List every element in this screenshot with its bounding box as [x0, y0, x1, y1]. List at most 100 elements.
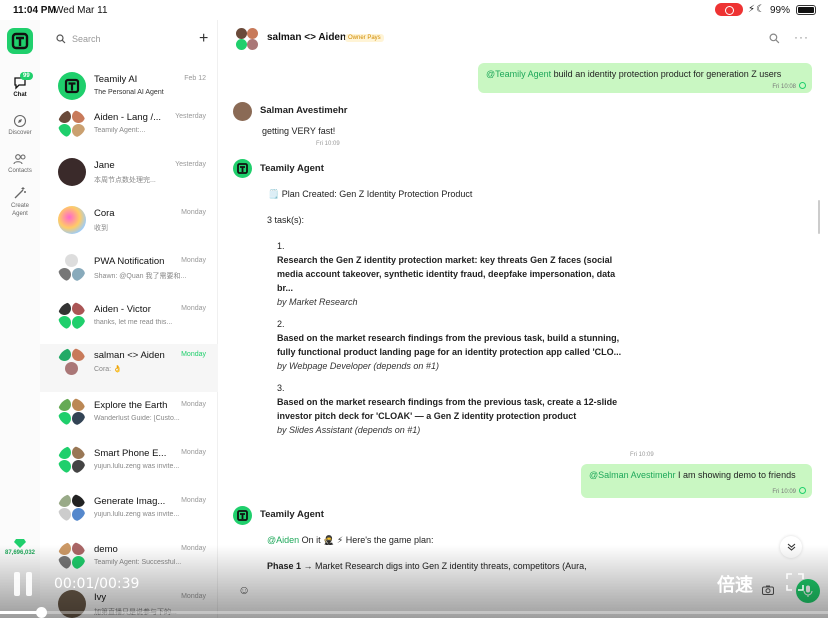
scrollbar[interactable]: [818, 200, 820, 234]
conv-preview: yujun.lulu.zeng was invite...: [94, 511, 180, 518]
progress-fill: [0, 611, 42, 614]
conv-time: Monday: [181, 449, 206, 456]
conv-time: Monday: [181, 593, 206, 600]
emoji-icon[interactable]: ☺: [238, 583, 250, 597]
list-item[interactable]: Explore the Earth Monday Wanderlust Guid…: [40, 394, 218, 442]
new-chat-button[interactable]: +: [199, 30, 208, 48]
search-icon[interactable]: [769, 33, 780, 44]
conv-name: demo: [94, 544, 118, 555]
task-item[interactable]: 2. Based on the market research findings…: [277, 317, 657, 373]
conv-preview: The Personal AI Agent: [94, 89, 164, 96]
task-count: 3 task(s):: [267, 215, 305, 225]
agent-avatar[interactable]: [233, 506, 252, 525]
task-item[interactable]: 3. Based on the market research findings…: [277, 381, 657, 437]
list-item[interactable]: Aiden - Victor Monday thanks, let me rea…: [40, 298, 218, 346]
list-item[interactable]: Ivy Monday 加第直播只是说参与下的...: [40, 586, 218, 634]
avatar: [58, 254, 86, 282]
sender-name: Teamily Agent: [260, 163, 324, 174]
search-icon: [56, 34, 66, 44]
more-options-icon[interactable]: ···: [794, 30, 809, 44]
fullscreen-icon[interactable]: [785, 572, 805, 592]
outgoing-message[interactable]: @Salman Avestimehr I am showing demo to …: [581, 464, 812, 498]
conv-name: Teamily AI: [94, 74, 138, 85]
message-meta: Fri 10:08: [772, 82, 806, 90]
avatar[interactable]: [233, 102, 252, 121]
wifi-moon-icons: ⚡☾: [748, 4, 766, 15]
conv-name: Aiden - Victor: [94, 304, 151, 315]
diamond-icon: [14, 539, 26, 548]
mention[interactable]: @Teamily Agent: [486, 69, 551, 79]
list-item-selected[interactable]: salman <> Aiden Monday Cora: 👌: [40, 344, 218, 392]
conv-preview: 收到: [94, 225, 108, 232]
scroll-down-button[interactable]: [780, 536, 802, 558]
outgoing-message[interactable]: @Teamily Agent build an identity protect…: [478, 63, 812, 93]
pause-button[interactable]: [14, 572, 36, 596]
conv-name: Smart Phone E...: [94, 448, 167, 459]
gem-balance[interactable]: 87,696,032: [0, 538, 40, 556]
avatar: [58, 348, 86, 376]
video-progress-bar[interactable]: [0, 607, 828, 618]
list-item[interactable]: Aiden - Lang /... Yesterday Teamily Agen…: [40, 106, 218, 154]
playback-speed-button[interactable]: 倍速: [717, 571, 753, 597]
conv-preview: Teamily Agent: Successful...: [94, 559, 182, 566]
avatar: [58, 158, 86, 186]
conv-time: Yesterday: [175, 161, 206, 168]
task-item[interactable]: 1. Research the Gen Z identity protectio…: [277, 239, 657, 309]
list-item[interactable]: Jane Yesterday 本周节点数处理完...: [40, 154, 218, 202]
search-field[interactable]: Search: [56, 34, 101, 44]
conv-time: Monday: [181, 497, 206, 504]
avatar: [58, 72, 86, 100]
agent-avatar[interactable]: [233, 159, 252, 178]
conv-name: Ivy: [94, 592, 107, 603]
list-item[interactable]: Cora Monday 收到: [40, 202, 218, 250]
list-item[interactable]: PWA Notification Monday Shawn: @Quan 我了需…: [40, 250, 218, 298]
rail-contacts[interactable]: Contacts: [0, 152, 40, 174]
rail-create-agent[interactable]: Create Agent: [0, 186, 40, 218]
message-text: getting VERY fast!: [262, 126, 336, 136]
conv-time: Monday: [181, 351, 206, 358]
sender-name: Salman Avestimehr: [260, 105, 348, 116]
read-receipt-icon: [799, 82, 806, 89]
avatar: [58, 302, 86, 330]
compass-icon: [13, 114, 27, 128]
conv-time: Monday: [181, 257, 206, 264]
message-text: build an identity protection product for…: [551, 69, 782, 79]
status-time: 11:04 PM: [13, 5, 56, 16]
rail-chat-label: Chat: [13, 92, 27, 98]
sender-name: Teamily Agent: [260, 509, 324, 520]
mention[interactable]: @Salman Avestimehr: [589, 470, 676, 480]
conv-time: Monday: [181, 545, 206, 552]
conversation-list: Search + Teamily AI Feb 12 The Personal …: [40, 20, 218, 618]
conv-time: Monday: [181, 209, 206, 216]
system-timestamp: Fri 10:09: [630, 452, 654, 458]
conv-preview: yujun.lulu.zeng was invite...: [94, 463, 180, 470]
conv-preview: Wanderlust Guide: [Custo...: [94, 415, 180, 422]
list-item[interactable]: Smart Phone E... Monday yujun.lulu.zeng …: [40, 442, 218, 490]
rail-discover[interactable]: Discover: [0, 114, 40, 136]
conv-name: PWA Notification: [94, 256, 165, 267]
conv-preview: Cora: 👌: [94, 366, 122, 373]
group-avatar: [236, 28, 258, 50]
message-text: Phase 1 → Market Research digs into Gen …: [267, 561, 587, 571]
chat-title: salman <> Aiden: [267, 32, 347, 43]
owner-pays-badge: Owner Pays: [345, 34, 384, 42]
conv-name: salman <> Aiden: [94, 350, 165, 361]
message-meta: Fri 10:09: [772, 487, 806, 495]
rail-create-label: Create Agent: [10, 203, 29, 217]
conv-time: Monday: [181, 401, 206, 408]
message-text: I am showing demo to friends: [675, 470, 796, 480]
avatar: [58, 494, 86, 522]
rail-discover-label: Discover: [8, 130, 32, 136]
conv-name: Cora: [94, 208, 115, 219]
camera-icon[interactable]: [762, 585, 774, 598]
unread-badge: 99: [20, 72, 33, 80]
message-text: @Aiden On it 🥷 ⚡ Here's the game plan:: [267, 535, 434, 545]
search-placeholder: Search: [72, 34, 101, 44]
calendar-icon: 🗒️: [268, 189, 280, 199]
conv-name: Aiden - Lang /...: [94, 112, 162, 123]
app-logo[interactable]: [7, 28, 33, 54]
read-receipt-icon: [799, 487, 806, 494]
rail-chat[interactable]: 99 Chat: [0, 72, 40, 98]
chat-pane: salman <> Aiden Owner Pays ··· @Teamily …: [218, 20, 828, 618]
list-item[interactable]: Generate Imag... Monday yujun.lulu.zeng …: [40, 490, 218, 538]
